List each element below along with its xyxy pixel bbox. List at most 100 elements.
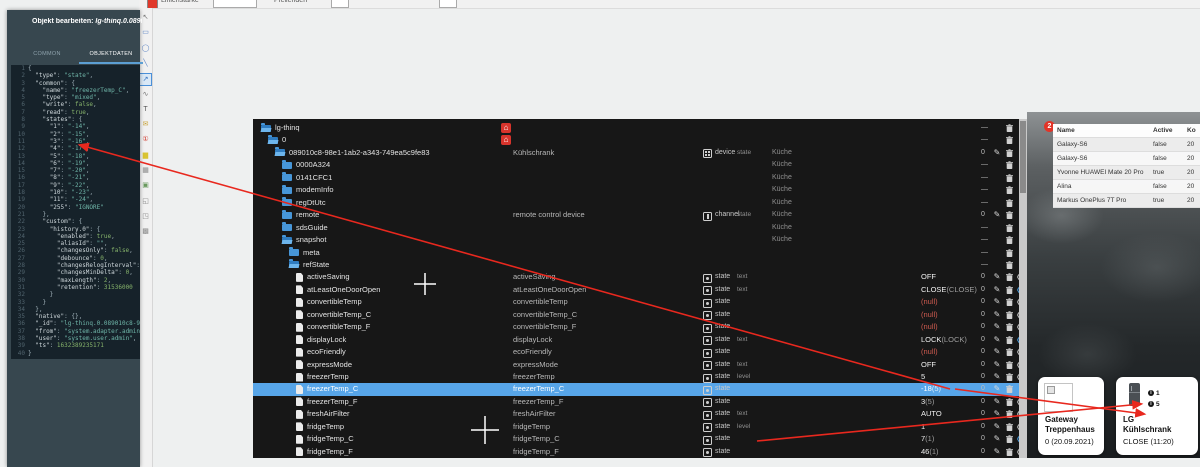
freehand-tool[interactable]: ∿ bbox=[140, 89, 151, 100]
code-line: 39 "ts": 1632389235171 bbox=[17, 342, 104, 350]
edit-object-button[interactable]: ✎ bbox=[992, 284, 1002, 296]
gateway-card[interactable]: Gateway Treppenhaus 0 (20.09.2021) bbox=[1038, 377, 1104, 455]
json-code-editor[interactable]: 1{2 "type": "state", 3 "common": {4 "name… bbox=[11, 65, 140, 359]
edit-object-button[interactable]: ✎ bbox=[992, 346, 1002, 358]
tree-row[interactable]: freezerTemp_CfreezerTemp_Cstate-18(5)0✎⚙ bbox=[253, 383, 1024, 396]
counter-tool[interactable]: ① bbox=[140, 134, 151, 145]
delete-object-button[interactable] bbox=[1004, 222, 1014, 234]
delete-object-button[interactable] bbox=[1004, 271, 1014, 283]
tree-row[interactable]: freezerTempfreezerTempstatelevel50✎⚙ bbox=[253, 371, 1024, 383]
tree-row[interactable]: freezerTemp_FfreezerTemp_Fstate3(5)0✎⚙ bbox=[253, 396, 1024, 408]
tree-row[interactable]: meta — bbox=[253, 247, 1019, 259]
toolbar-extra-button[interactable] bbox=[439, 0, 457, 8]
arrow-tool[interactable]: ↗ bbox=[139, 73, 152, 87]
tree-row[interactable]: sdsGuide Küche — bbox=[253, 222, 1019, 234]
delete-object-button[interactable] bbox=[1004, 172, 1014, 184]
edit-object-button[interactable]: ✎ bbox=[992, 383, 1002, 395]
tree-row[interactable]: fridgeTemp_CfridgeTemp_Cstate7(1)0✎⚙ bbox=[253, 433, 1024, 445]
edit-object-button[interactable]: ✎ bbox=[992, 271, 1002, 283]
edit-object-button[interactable]: ✎ bbox=[992, 321, 1002, 333]
edit-object-button[interactable]: ✎ bbox=[992, 396, 1002, 408]
crop-tool[interactable]: ▩ bbox=[140, 226, 151, 237]
line-thickness-field[interactable] bbox=[213, 0, 257, 8]
tree-row[interactable]: ecoFriendlyecoFriendlystate(null)0✎⚙ bbox=[253, 346, 1024, 358]
delete-object-button[interactable] bbox=[1004, 147, 1014, 159]
obfuscate-tool[interactable]: ▦ bbox=[140, 165, 151, 176]
edit-object-button[interactable]: ✎ bbox=[992, 296, 1002, 308]
delete-object-button[interactable] bbox=[1004, 383, 1014, 395]
tree-row[interactable]: 0 ⌂ — bbox=[253, 134, 1019, 146]
delete-object-button[interactable] bbox=[1004, 346, 1014, 358]
text-tool[interactable]: T bbox=[140, 104, 151, 115]
delete-object-button[interactable] bbox=[1004, 321, 1014, 333]
delete-object-button[interactable] bbox=[1004, 396, 1014, 408]
tree-row[interactable]: refState — bbox=[253, 259, 1019, 271]
tree-row[interactable]: displayLock displayLock state text LOCK(LOCK… bbox=[253, 334, 1024, 346]
tree-row[interactable]: convertibleTemp_C convertibleTemp_C state (… bbox=[253, 309, 1024, 321]
delete-object-button[interactable] bbox=[1004, 247, 1014, 259]
edit-object-button[interactable]: ✎ bbox=[992, 309, 1002, 321]
code-line: 7 "read": true, bbox=[21, 108, 90, 116]
delete-object-button[interactable] bbox=[1004, 309, 1014, 321]
delete-object-button[interactable] bbox=[1004, 359, 1014, 371]
tab-objectdata[interactable]: OBJEKTDATEN bbox=[79, 48, 143, 64]
edit-object-button[interactable]: ✎ bbox=[992, 359, 1002, 371]
edit-object-button[interactable]: ✎ bbox=[992, 408, 1002, 420]
delete-object-button[interactable] bbox=[1004, 334, 1014, 346]
tree-row[interactable]: fridgeTempfridgeTempstatelevel10✎⚙ bbox=[253, 421, 1024, 433]
tree-row[interactable]: activeSavingactiveSavingstatetextOFF0✎⚙ bbox=[253, 271, 1024, 283]
edit-object-button[interactable]: ✎ bbox=[992, 371, 1002, 383]
tree-row[interactable]: 0141CFC1 Küche — bbox=[253, 172, 1019, 184]
delete-object-button[interactable] bbox=[1004, 296, 1014, 308]
tree-scrollbar-thumb[interactable] bbox=[1020, 121, 1026, 193]
delete-object-button[interactable] bbox=[1004, 433, 1014, 445]
delete-object-button[interactable] bbox=[1004, 134, 1014, 146]
tree-row[interactable]: fridgeTemp_FfridgeTemp_Fstate46(1)0✎⚙ bbox=[253, 446, 1024, 458]
rectangle-tool[interactable]: ▭ bbox=[140, 27, 151, 38]
tree-item-label: convertibleTemp bbox=[307, 297, 362, 307]
tree-row[interactable]: remote remote control device channel state K… bbox=[253, 209, 1019, 221]
speechbubble-tool[interactable]: ✉ bbox=[140, 119, 151, 130]
arrow-heads-dropdown[interactable] bbox=[331, 0, 349, 8]
edit-object-button[interactable]: ✎ bbox=[992, 147, 1002, 159]
edit-object-button[interactable]: ✎ bbox=[992, 334, 1002, 346]
tree-row[interactable]: snapshot Küche — bbox=[253, 234, 1019, 246]
delete-object-button[interactable] bbox=[1004, 259, 1014, 271]
delete-object-button[interactable] bbox=[1004, 197, 1014, 209]
delete-object-button[interactable] bbox=[1004, 371, 1014, 383]
delete-object-button[interactable] bbox=[1004, 209, 1014, 221]
shadow-tool[interactable]: ◱ bbox=[140, 196, 151, 207]
edit-object-button[interactable]: ✎ bbox=[992, 446, 1002, 458]
edit-object-button[interactable]: ✎ bbox=[992, 421, 1002, 433]
border-tool[interactable]: ◳ bbox=[140, 211, 151, 222]
tree-row[interactable]: atLeastOneDoorOpen atLeastOneDoorOpen stat… bbox=[253, 284, 1024, 296]
tree-row[interactable]: 089010c8-98e1-1ab2-a343-749ea5c9fe83 Kühl… bbox=[253, 147, 1019, 159]
delete-object-button[interactable] bbox=[1004, 159, 1014, 171]
tree-row[interactable]: expressModeexpressModestatetextOFF0✎⚙ bbox=[253, 359, 1024, 371]
tree-row[interactable]: freshAirFilter freshAirFilter state text AUT… bbox=[253, 408, 1024, 420]
edit-object-button[interactable]: ✎ bbox=[992, 433, 1002, 445]
delete-object-button[interactable] bbox=[1004, 122, 1014, 134]
tree-row[interactable]: regDtUtc Küche — bbox=[253, 197, 1019, 209]
object-description: freshAirFilter bbox=[513, 409, 556, 419]
tree-row[interactable]: convertibleTemp_F convertibleTemp_F state (… bbox=[253, 321, 1024, 333]
delete-object-button[interactable] bbox=[1004, 284, 1014, 296]
delete-object-button[interactable] bbox=[1004, 234, 1014, 246]
image-tool[interactable]: ▣ bbox=[140, 180, 151, 191]
tree-row[interactable]: modemInfo Küche — bbox=[253, 184, 1019, 196]
tree-row[interactable]: lg-thinq ⌂ — bbox=[253, 122, 1019, 134]
state-file-icon bbox=[296, 422, 303, 432]
delete-object-button[interactable] bbox=[1004, 184, 1014, 196]
highlighter-tool[interactable]: ▆ bbox=[140, 150, 151, 161]
delete-object-button[interactable] bbox=[1004, 421, 1014, 433]
delete-object-button[interactable] bbox=[1004, 446, 1014, 458]
tree-item-label: 0141CFC1 bbox=[296, 172, 333, 182]
delete-object-button[interactable] bbox=[1004, 408, 1014, 420]
tree-row[interactable]: convertibleTemp convertibleTemp state (null… bbox=[253, 296, 1024, 308]
fridge-card[interactable]: i1 i5 LG Kühlschrank CLOSE (11:20) bbox=[1116, 377, 1198, 455]
edit-object-button[interactable]: ✎ bbox=[992, 209, 1002, 221]
tree-scrollbar[interactable] bbox=[1019, 119, 1027, 458]
tab-common[interactable]: COMMON bbox=[19, 48, 75, 62]
folder-icon bbox=[289, 259, 299, 269]
tree-row[interactable]: 0000A324 Küche — bbox=[253, 159, 1019, 171]
